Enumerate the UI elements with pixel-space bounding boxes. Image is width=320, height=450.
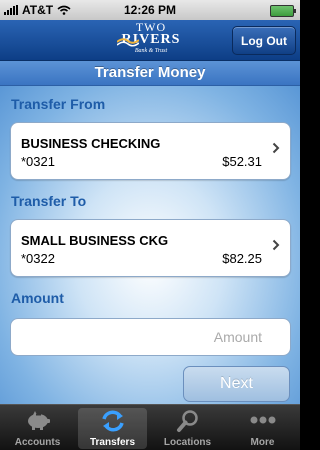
to-account-name: SMALL BUSINESS CKG — [21, 233, 169, 248]
chevron-right-icon — [272, 142, 280, 154]
logo-tagline: Bank & Trust — [134, 48, 168, 54]
tab-label: Accounts — [14, 437, 61, 448]
more-dots-icon — [250, 416, 275, 424]
app-header: TWO RIVERS Bank & Trust Log Out — [0, 20, 300, 61]
chevron-right-icon — [272, 239, 280, 251]
amount-input[interactable] — [60, 328, 264, 346]
tab-bar: Accounts Transfers Locations More — [0, 404, 300, 450]
tab-more[interactable]: More — [225, 405, 300, 450]
tab-label: Locations — [163, 437, 212, 448]
to-account-balance: $82.25 — [222, 251, 262, 266]
status-time: 12:26 PM — [123, 3, 177, 17]
battery-icon — [270, 5, 296, 17]
status-bar: AT&T 12:26 PM — [0, 0, 300, 20]
logo-river-icon — [117, 38, 139, 47]
from-account-number: *0321 — [21, 154, 55, 169]
transfer-to-label: Transfer To — [11, 193, 87, 209]
tab-label: More — [250, 437, 275, 448]
tab-locations[interactable]: Locations — [150, 405, 225, 450]
transfer-form: Transfer From BUSINESS CHECKING *0321 $5… — [0, 86, 300, 404]
amount-field[interactable] — [10, 318, 291, 356]
from-account-name: BUSINESS CHECKING — [21, 136, 161, 151]
logout-button[interactable]: Log Out — [232, 26, 296, 55]
tab-label: Transfers — [89, 437, 136, 448]
transfer-arrows-icon — [101, 410, 124, 432]
magnifier-icon — [176, 410, 198, 432]
transfer-from-label: Transfer From — [11, 96, 106, 112]
transfer-to-account[interactable]: SMALL BUSINESS CKG *0322 $82.25 — [10, 219, 291, 277]
next-button[interactable]: Next — [183, 366, 290, 402]
to-account-number: *0322 — [21, 251, 55, 266]
transfer-from-account[interactable]: BUSINESS CHECKING *0321 $52.31 — [10, 122, 291, 180]
page-title: Transfer Money — [0, 61, 300, 86]
app-screen: AT&T 12:26 PM TWO RIVERS Bank & Trust Lo… — [0, 0, 300, 450]
from-account-balance: $52.31 — [222, 154, 262, 169]
tab-accounts[interactable]: Accounts — [0, 405, 75, 450]
piggy-bank-icon — [27, 411, 50, 430]
bank-logo: TWO RIVERS Bank & Trust — [115, 21, 187, 59]
amount-label: Amount — [11, 290, 64, 306]
tab-transfers[interactable]: Transfers — [75, 405, 150, 450]
